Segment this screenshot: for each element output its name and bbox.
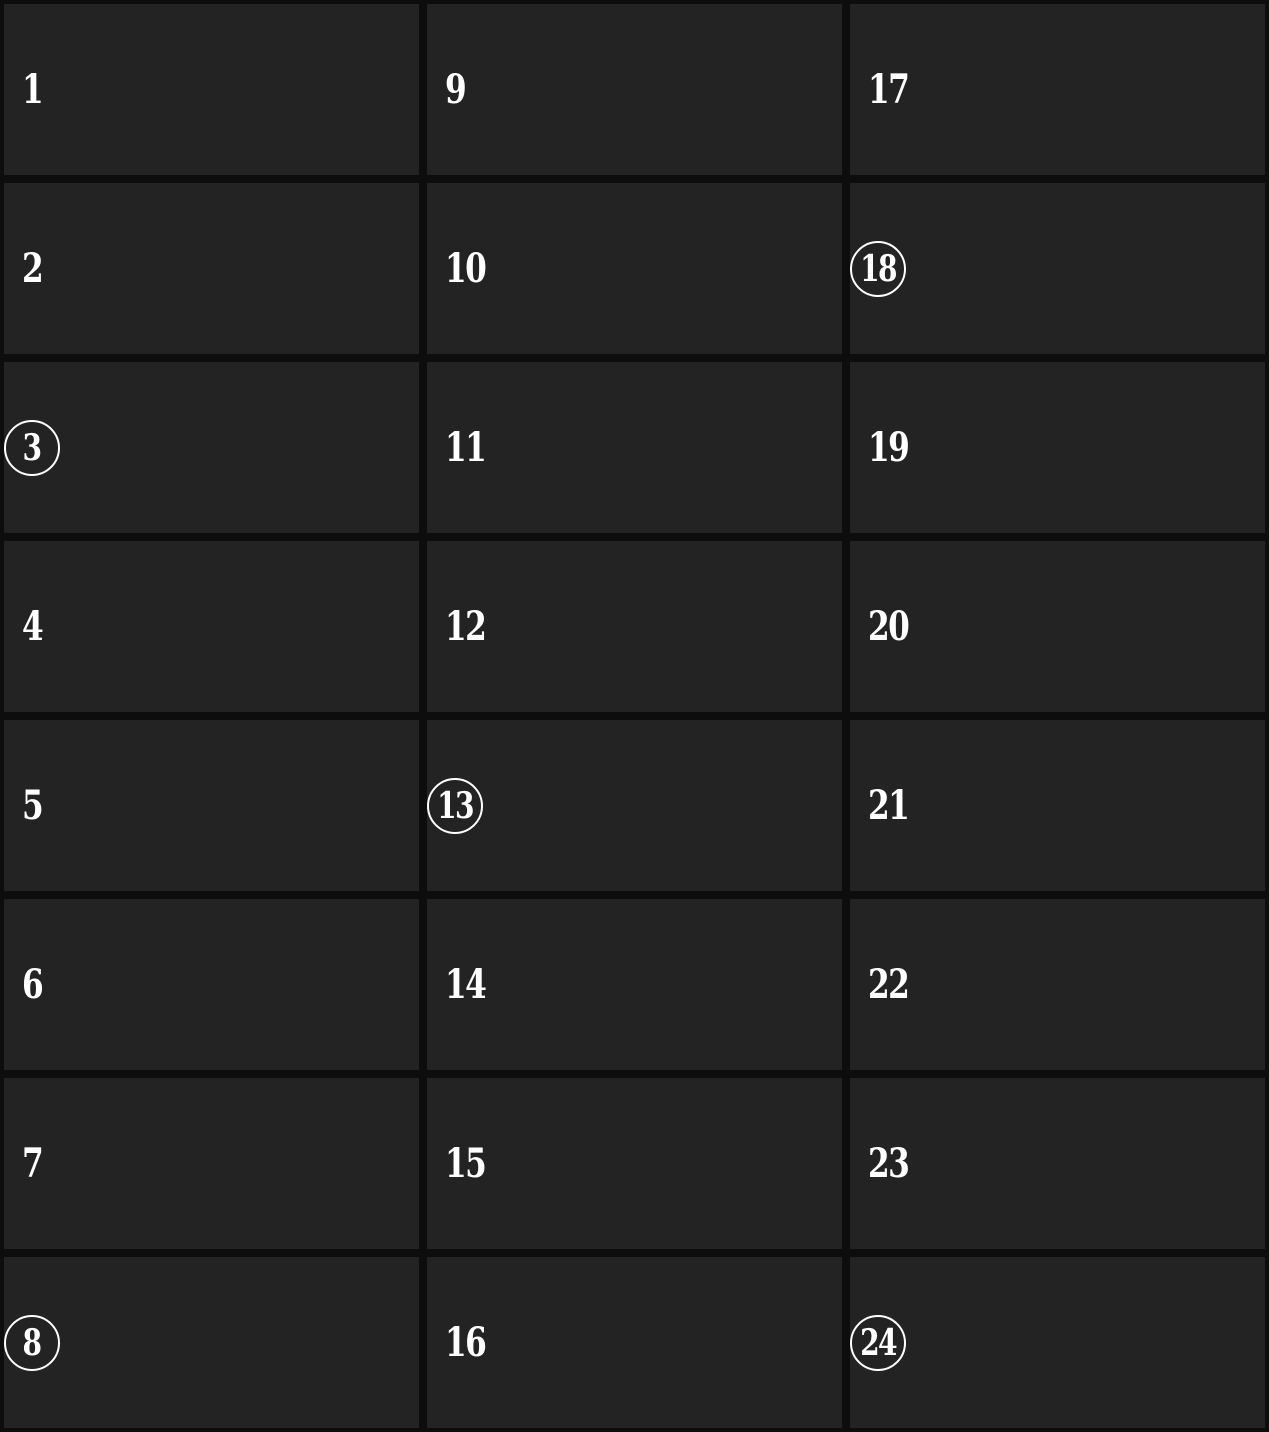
grid-cell-2[interactable]: 2: [4, 183, 419, 354]
cell-number: 10: [445, 244, 487, 292]
grid-cell-12[interactable]: 12: [427, 541, 842, 712]
cell-number: 9: [445, 65, 467, 113]
grid-cell-1[interactable]: 1: [4, 4, 419, 175]
cell-number: 17: [868, 65, 910, 113]
cell-number: 16: [445, 1318, 487, 1366]
cell-number-text: 18: [860, 247, 898, 290]
cell-number: 22: [868, 960, 910, 1008]
grid-cell-22[interactable]: 22: [850, 899, 1265, 1070]
grid-cell-21[interactable]: 21: [850, 720, 1265, 891]
grid-cell-8[interactable]: 8: [4, 1257, 419, 1428]
cell-number: 12: [445, 602, 487, 650]
grid-cell-5[interactable]: 5: [4, 720, 419, 891]
grid-cell-17[interactable]: 17: [850, 4, 1265, 175]
cell-number: 21: [868, 781, 910, 829]
cell-number: 5: [22, 781, 44, 829]
circled-cell-number: 8: [4, 1314, 60, 1371]
cell-number-text: 3: [23, 426, 43, 469]
cell-number: 15: [445, 1139, 487, 1187]
grid-cell-13[interactable]: 13: [427, 720, 842, 891]
grid-cell-24[interactable]: 24: [850, 1257, 1265, 1428]
cell-number: 14: [445, 960, 487, 1008]
grid-cell-19[interactable]: 19: [850, 362, 1265, 533]
cell-number: 2: [22, 244, 44, 292]
cell-number: 7: [22, 1139, 44, 1187]
cell-number: 6: [22, 960, 44, 1008]
grid-cell-15[interactable]: 15: [427, 1078, 842, 1249]
grid-cell-3[interactable]: 3: [4, 362, 419, 533]
grid-cell-6[interactable]: 6: [4, 899, 419, 1070]
cell-number: 1: [22, 65, 44, 113]
cell-number: 19: [868, 423, 910, 471]
cell-number: 23: [868, 1139, 910, 1187]
cell-number-text: 13: [437, 784, 475, 827]
grid-cell-14[interactable]: 14: [427, 899, 842, 1070]
grid-cell-11[interactable]: 11: [427, 362, 842, 533]
grid-cell-4[interactable]: 4: [4, 541, 419, 712]
grid-cell-7[interactable]: 7: [4, 1078, 419, 1249]
circled-cell-number: 13: [427, 777, 483, 834]
cell-number: 11: [445, 423, 487, 471]
cell-number-text: 8: [23, 1321, 43, 1364]
cell-number: 4: [22, 602, 44, 650]
circled-cell-number: 3: [4, 419, 60, 476]
grid-cell-16[interactable]: 16: [427, 1257, 842, 1428]
circled-cell-number: 24: [850, 1314, 906, 1371]
cell-number: 20: [868, 602, 910, 650]
grid-cell-23[interactable]: 23: [850, 1078, 1265, 1249]
grid-cell-20[interactable]: 20: [850, 541, 1265, 712]
cell-number-text: 24: [860, 1321, 898, 1364]
circled-cell-number: 18: [850, 240, 906, 297]
selection-grid: 1 2 3 4 5 6 7 8 9 10 11 12 13 14 15 16 17 18 19 20 21 22 23 24: [0, 0, 1269, 1432]
grid-cell-10[interactable]: 10: [427, 183, 842, 354]
grid-cell-18[interactable]: 18: [850, 183, 1265, 354]
grid-cell-9[interactable]: 9: [427, 4, 842, 175]
